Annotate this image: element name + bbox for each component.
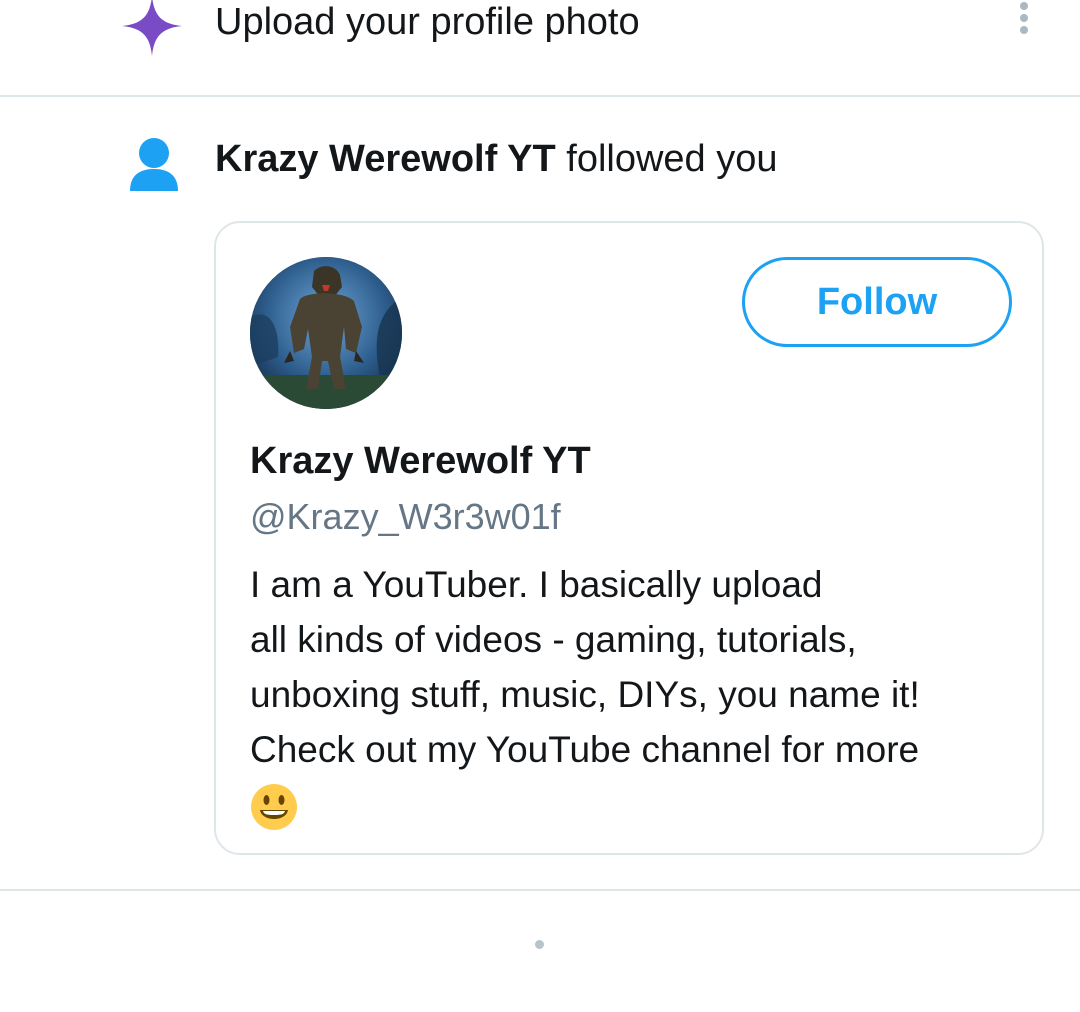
action-text: followed you [555, 138, 778, 180]
display-name[interactable]: Krazy Werewolf YT [250, 437, 591, 485]
notification-text: Upload your profile photo [215, 1, 640, 43]
werewolf-avatar-image [250, 257, 402, 409]
user-bio: I am a YouTuber. I basically upload all … [250, 557, 1030, 831]
more-options-icon[interactable] [1012, 0, 1036, 44]
bio-line: all kinds of videos - gaming, tutorials, [250, 619, 857, 660]
notification-upload-photo[interactable]: Upload your profile photo [0, 0, 1080, 96]
notification-text: Krazy Werewolf YT followed you [215, 135, 778, 183]
bio-line: unboxing stuff, music, DIYs, you name it… [250, 674, 920, 715]
bio-line: I am a YouTuber. I basically upload [250, 564, 823, 605]
notification-follow[interactable]: Krazy Werewolf YT followed you Follow Kr… [0, 96, 1080, 891]
sparkle-icon [122, 0, 182, 56]
user-handle[interactable]: @Krazy_W3r3w01f [250, 493, 561, 541]
follow-button[interactable]: Follow [742, 257, 1012, 347]
loading-indicator [535, 940, 544, 949]
bio-line: Check out my YouTube channel for more [250, 729, 920, 770]
divider [0, 889, 1080, 891]
actor-name[interactable]: Krazy Werewolf YT [215, 138, 556, 180]
person-icon [130, 138, 178, 191]
avatar[interactable] [250, 257, 402, 409]
user-card[interactable]: Follow Krazy Werewolf YT @Krazy_W3r3w01f… [214, 221, 1044, 855]
smiley-icon [251, 784, 297, 830]
